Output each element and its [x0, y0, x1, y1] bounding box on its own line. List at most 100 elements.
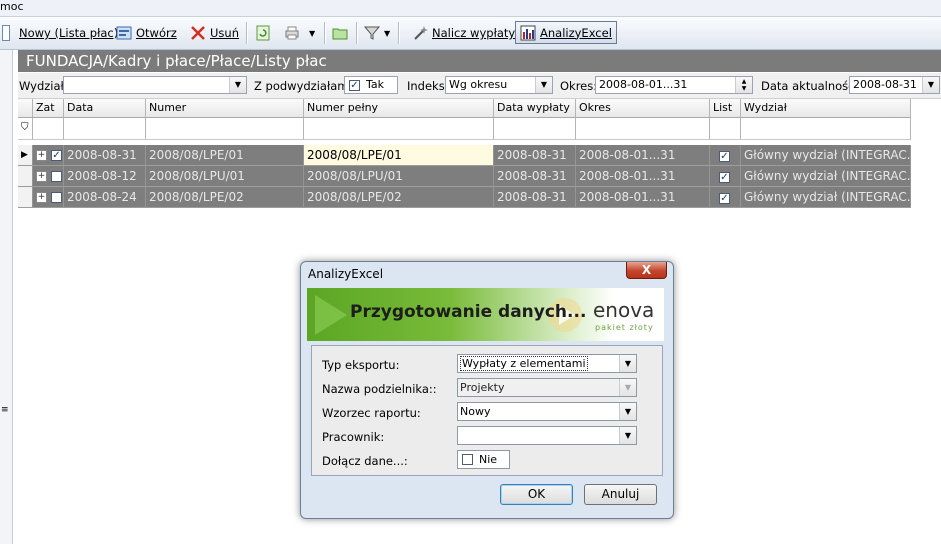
numer-pelny-cell[interactable]: 2008/08/LPE/02: [304, 187, 494, 208]
expand-plus-icon[interactable]: +: [36, 150, 47, 161]
data-wyplaty-cell[interactable]: 2008-08-31: [494, 166, 576, 187]
chevron-down-icon[interactable]: ▼: [619, 379, 636, 396]
ok-button[interactable]: OK: [500, 484, 573, 505]
list-cell[interactable]: ✓: [710, 145, 741, 166]
list-checkbox[interactable]: ✓: [719, 151, 730, 162]
table-row[interactable]: + 2008-08-12 2008/08/LPU/01 2008/08/LPU/…: [18, 166, 911, 187]
folder-icon: [332, 28, 348, 40]
row-indicator-header: [18, 99, 33, 118]
column-header[interactable]: Data: [64, 99, 146, 118]
filter-cell[interactable]: [576, 118, 710, 140]
divider-name-value: Projekty: [460, 381, 505, 394]
index-combo[interactable]: Wg okresu ▼: [445, 76, 553, 94]
okres-cell[interactable]: 2008-08-01...31: [576, 187, 710, 208]
delete-button-label: Usuń: [210, 26, 239, 40]
filter-button[interactable]: ▼: [364, 23, 390, 43]
data-cell[interactable]: 2008-08-12: [64, 166, 146, 187]
analyzy-excel-button[interactable]: AnalizyExcel: [515, 21, 617, 44]
printer-icon: [285, 26, 299, 40]
new-document-icon: [2, 25, 10, 41]
employee-combo[interactable]: ▼: [457, 426, 637, 445]
wydzial-cell[interactable]: Główny wydział (INTEGRAC...: [741, 187, 911, 208]
column-header[interactable]: Okres: [576, 99, 710, 118]
table-row[interactable]: + 2008-08-24 2008/08/LPE/02 2008/08/LPE/…: [18, 187, 911, 208]
chevron-down-icon[interactable]: ▼: [535, 77, 552, 93]
export-type-combo[interactable]: Wypłaty z elementami ▼: [457, 354, 637, 373]
refresh-button[interactable]: [255, 23, 275, 43]
data-cell[interactable]: 2008-08-24: [64, 187, 146, 208]
report-template-combo[interactable]: Nowy ▼: [457, 402, 637, 421]
zat-checkbox[interactable]: [51, 171, 62, 182]
zat-cell[interactable]: +: [33, 166, 64, 187]
filter-cell[interactable]: [304, 118, 494, 140]
data-wyplaty-cell[interactable]: 2008-08-31: [494, 187, 576, 208]
okres-cell[interactable]: 2008-08-01...31: [576, 145, 710, 166]
period-spinner[interactable]: 2008-08-01...31 ▲ ▼: [595, 76, 753, 94]
cancel-button[interactable]: Anuluj: [584, 484, 657, 505]
wydzial-cell[interactable]: Główny wydział (INTEGRAC...: [741, 166, 911, 187]
subdepartments-checkbox[interactable]: ✓ Tak: [344, 76, 398, 94]
column-header[interactable]: Numer pełny: [304, 99, 494, 118]
play-arrow-icon: [315, 295, 347, 335]
attach-data-value: Nie: [479, 453, 498, 466]
new-button[interactable]: Nowy (Lista płac): [2, 23, 118, 43]
okres-cell[interactable]: 2008-08-01...31: [576, 166, 710, 187]
calculate-payments-button[interactable]: Nalicz wypłaty: [412, 23, 515, 43]
filter-cell[interactable]: [710, 118, 741, 140]
print-button[interactable]: [284, 23, 304, 43]
zat-cell[interactable]: + ✓: [33, 145, 64, 166]
chevron-down-icon[interactable]: ▼: [619, 355, 636, 372]
left-splitter-rail[interactable]: ≡: [0, 50, 13, 544]
chevron-down-icon[interactable]: ▼: [619, 403, 636, 420]
menu-item-help[interactable]: moc: [0, 0, 24, 13]
print-dropdown[interactable]: ▼: [309, 23, 315, 43]
filter-row: ⛉: [18, 118, 911, 140]
column-header[interactable]: Zat: [33, 99, 64, 118]
filter-cell[interactable]: [741, 118, 911, 140]
delete-button[interactable]: Usuń: [190, 23, 239, 43]
folder-button[interactable]: [332, 23, 352, 43]
chevron-down-icon[interactable]: ▼: [922, 77, 939, 93]
list-checkbox[interactable]: ✓: [719, 193, 730, 204]
zat-cell[interactable]: +: [33, 187, 64, 208]
table-row[interactable]: ▶ + ✓ 2008-08-31 2008/08/LPE/01 2008/08/…: [18, 145, 911, 166]
column-header[interactable]: Numer: [146, 99, 304, 118]
numer-cell[interactable]: 2008/08/LPE/02: [146, 187, 304, 208]
open-form-icon: [116, 26, 132, 40]
data-wyplaty-cell[interactable]: 2008-08-31: [494, 145, 576, 166]
list-checkbox[interactable]: ✓: [719, 172, 730, 183]
column-header[interactable]: Data wypłaty: [494, 99, 576, 118]
expand-plus-icon[interactable]: +: [36, 171, 47, 182]
zat-checkbox[interactable]: [51, 192, 62, 203]
open-button[interactable]: Otwórz: [116, 23, 177, 43]
close-button[interactable]: X: [626, 262, 667, 279]
report-template-label: Wzorzec raportu:: [322, 406, 421, 420]
filter-cell[interactable]: [64, 118, 146, 140]
row-indicator: [18, 187, 33, 208]
zat-checkbox[interactable]: ✓: [51, 150, 62, 161]
filter-cell[interactable]: [146, 118, 304, 140]
spinner-arrows-icon[interactable]: ▲ ▼: [735, 77, 752, 93]
actual-date-combo[interactable]: 2008-08-31 ▼: [849, 76, 940, 94]
numer-cell[interactable]: 2008/08/LPU/01: [146, 166, 304, 187]
data-cell[interactable]: 2008-08-31: [64, 145, 146, 166]
list-cell[interactable]: ✓: [710, 166, 741, 187]
department-combo[interactable]: ▼: [63, 76, 247, 94]
analyzy-excel-label: AnalizyExcel: [540, 25, 612, 40]
chevron-down-icon[interactable]: ▼: [619, 427, 636, 444]
column-header[interactable]: List: [710, 99, 741, 118]
bar-chart-icon: [520, 25, 536, 40]
chevron-down-icon[interactable]: ▼: [229, 77, 246, 93]
list-cell[interactable]: ✓: [710, 187, 741, 208]
menu-bar: moc: [0, 0, 941, 17]
numer-pelny-cell[interactable]: 2008/08/LPU/01: [304, 166, 494, 187]
expand-plus-icon[interactable]: +: [36, 192, 47, 203]
attach-data-checkbox[interactable]: Nie: [457, 450, 510, 469]
filter-cell[interactable]: [494, 118, 576, 140]
wydzial-cell[interactable]: Główny wydział (INTEGRAC...: [741, 145, 911, 166]
divider-name-combo[interactable]: Projekty ▼: [457, 378, 637, 397]
filter-cell[interactable]: [33, 118, 64, 140]
numer-cell[interactable]: 2008/08/LPE/01: [146, 145, 304, 166]
numer-pelny-cell[interactable]: 2008/08/LPE/01: [304, 145, 494, 166]
column-header[interactable]: Wydział: [741, 99, 911, 118]
